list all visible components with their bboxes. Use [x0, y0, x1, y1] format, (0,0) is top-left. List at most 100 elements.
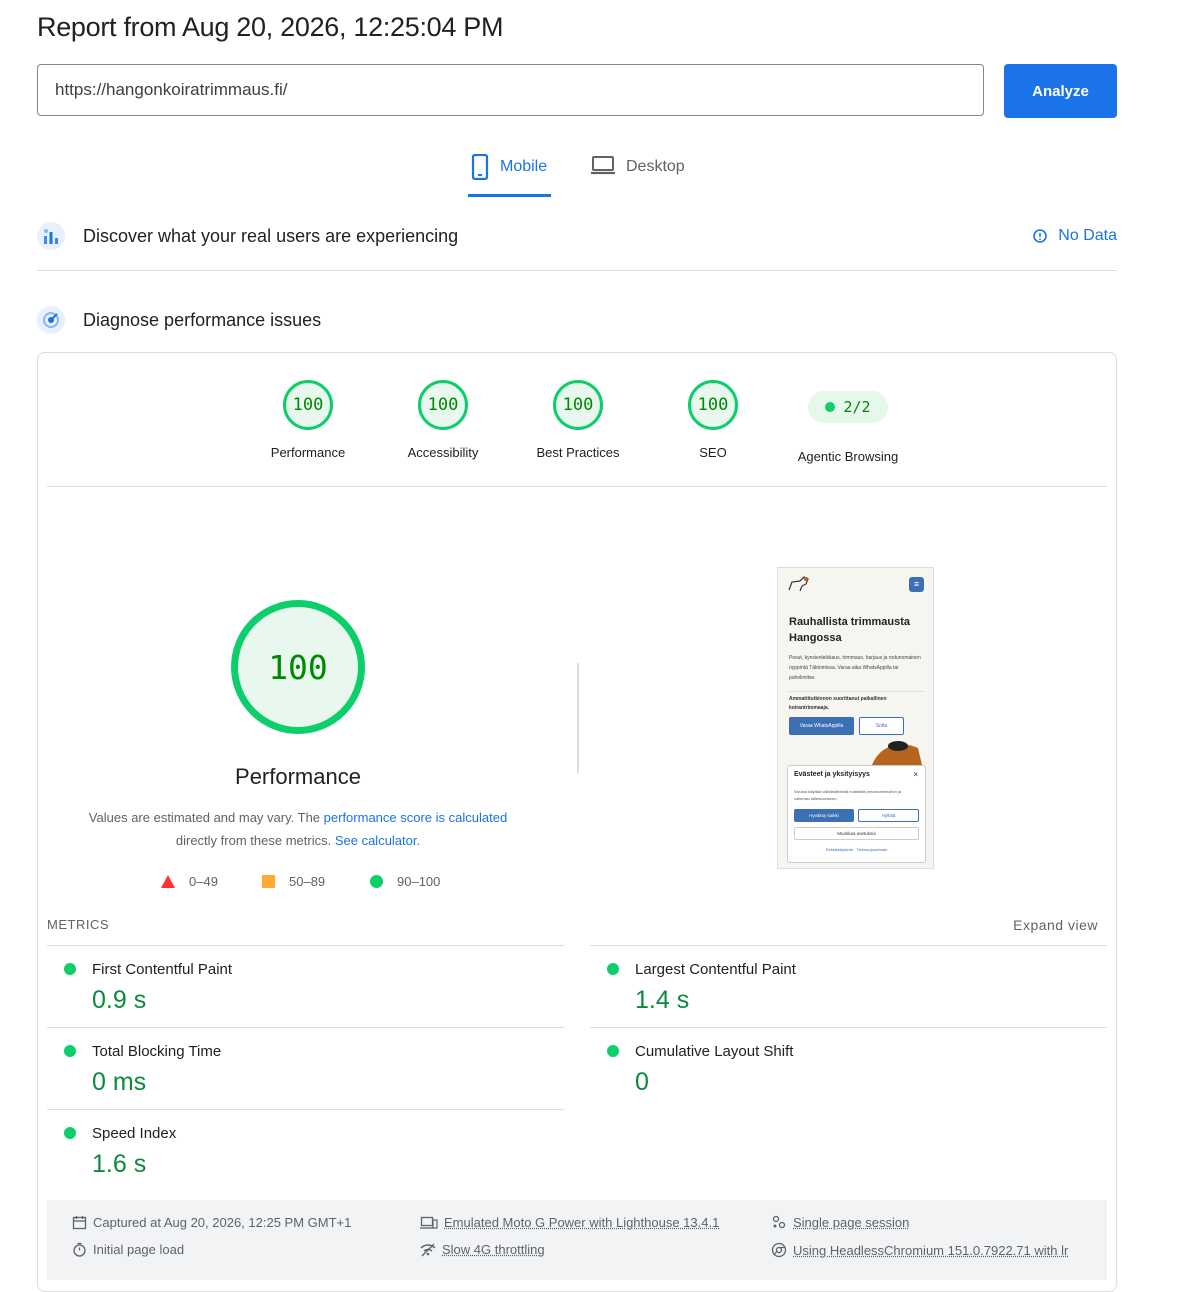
smartphone-icon	[471, 154, 489, 180]
hero-subtext: Ammattitutkinnon suorittanut paikallinen…	[789, 691, 924, 713]
signal-icon	[420, 1243, 436, 1256]
score-calculated-link[interactable]: performance score is calculated	[324, 810, 508, 825]
field-data-title: Discover what your real users are experi…	[83, 225, 459, 246]
category-performance[interactable]: 100 Performance	[243, 380, 373, 460]
cookie-reject-button: Hylkää	[858, 809, 919, 822]
url-input[interactable]: https://hangonkoiratrimmaus.fi/	[37, 64, 984, 116]
no-data-link[interactable]: No Data	[1032, 227, 1117, 245]
category-best-practices[interactable]: 100 Best Practices	[513, 380, 643, 460]
devices-icon	[420, 1216, 438, 1229]
metric-value: 0	[635, 1068, 649, 1096]
metric-value: 0 ms	[92, 1068, 147, 1096]
lab-data-row: Diagnose performance issues	[37, 306, 1117, 334]
dog-logo-icon	[788, 576, 809, 592]
category-label: Accessibility	[407, 445, 479, 460]
cookie-banner: Evästeet ja yksityisyys × Sivusto käyttä…	[787, 765, 926, 863]
analyze-button[interactable]: Analyze	[1004, 64, 1117, 118]
hero-heading: Rauhallista trimmausta Hangossa	[789, 616, 911, 644]
legend-fail: 0–49	[161, 874, 218, 889]
metric-first-contentful-paint: First Contentful Paint 0.9 s	[47, 945, 564, 1025]
session-icon	[772, 1215, 786, 1229]
explain-text: directly from these metrics.	[175, 833, 332, 848]
legend-range: 90–100	[397, 874, 441, 889]
legend-range: 0–49	[189, 874, 218, 889]
metric-name: Speed Index	[92, 1125, 177, 1142]
metric-value: 1.4 s	[635, 986, 690, 1014]
run-info-footer: Captured at Aug 20, 2026, 12:25 PM GMT+1…	[47, 1200, 1107, 1280]
field-data-row: Discover what your real users are experi…	[37, 222, 1117, 250]
tab-mobile[interactable]: Mobile	[468, 150, 551, 197]
square-icon	[262, 875, 275, 888]
metric-cumulative-layout-shift: Cumulative Layout Shift 0	[590, 1027, 1107, 1107]
pass-dot-icon	[64, 963, 76, 975]
cookie-links: Evästekäytäntö Tietosuojaseloste	[825, 847, 888, 852]
report-title: Report from Aug 20, 2026, 12:25:04 PM	[37, 12, 504, 42]
category-agentic-browsing[interactable]: 2/2 Agentic Browsing	[783, 380, 913, 464]
metric-name: Total Blocking Time	[92, 1043, 222, 1060]
vertical-separator	[577, 663, 579, 773]
browser-text: Using HeadlessChromium 151.0.7922.71 wit…	[793, 1242, 1069, 1258]
calendar-icon	[72, 1216, 87, 1230]
legend-average: 50–89	[262, 874, 325, 889]
seo-score-gauge: 100	[688, 380, 738, 430]
no-data-label: No Data	[1058, 227, 1117, 244]
metric-value: 0.9 s	[92, 986, 147, 1014]
metrics-header: METRICS	[47, 917, 109, 932]
legend-pass: 90–100	[370, 874, 440, 889]
hero-secondary-button: Soita	[859, 717, 904, 735]
metric-name: Cumulative Layout Shift	[635, 1043, 794, 1060]
metric-name: First Contentful Paint	[92, 961, 233, 978]
performance-main-gauge: 100	[231, 600, 365, 734]
tab-desktop[interactable]: Desktop	[590, 150, 685, 194]
metric-largest-contentful-paint: Largest Contentful Paint 1.4 s	[590, 945, 1107, 1025]
performance-main-label: Performance	[235, 764, 361, 789]
agentic-score: 2/2	[843, 398, 871, 416]
url-input-value: https://hangonkoiratrimmaus.fi/	[55, 80, 288, 99]
tab-desktop-label: Desktop	[626, 158, 685, 175]
circle-icon	[370, 875, 383, 888]
category-accessibility[interactable]: 100 Accessibility	[378, 380, 508, 460]
browser-info[interactable]: Using HeadlessChromium 151.0.7922.71 wit…	[771, 1242, 1068, 1258]
menu-button: ≡	[909, 577, 924, 592]
expand-view-toggle[interactable]: Expand view	[1013, 917, 1098, 933]
category-seo[interactable]: 100 SEO	[648, 380, 778, 460]
emulated-device-text: Emulated Moto G Power with Lighthouse 13…	[444, 1215, 720, 1230]
emulated-device-info[interactable]: Emulated Moto G Power with Lighthouse 13…	[420, 1215, 719, 1230]
pass-dot-icon	[607, 1045, 619, 1057]
category-label: SEO	[699, 445, 727, 460]
cookie-text: Sivusto käyttää välttämättömiä evästeitä…	[794, 789, 901, 801]
throttling-text: Slow 4G throttling	[442, 1242, 545, 1257]
see-calculator-link[interactable]: See calculator.	[335, 833, 420, 848]
chrome-icon	[771, 1242, 787, 1258]
explain-text: Values are estimated and may vary. The	[88, 810, 321, 825]
cookie-accept-button: Hyväksy kaikki	[794, 809, 854, 822]
lab-data-title: Diagnose performance issues	[83, 309, 322, 330]
category-label: Agentic Browsing	[797, 449, 899, 464]
legend-range: 50–89	[289, 874, 326, 889]
session-info[interactable]: Single page session	[771, 1215, 909, 1230]
cookie-close-icon: ×	[913, 770, 918, 779]
agentic-score-pill: 2/2	[808, 391, 888, 423]
metric-value: 1.6 s	[92, 1150, 147, 1178]
throttling-info[interactable]: Slow 4G throttling	[420, 1242, 545, 1257]
section-divider	[37, 270, 1117, 271]
pass-dot-icon	[825, 402, 836, 412]
captured-text: Captured at Aug 20, 2026, 12:25 PM GMT+1	[93, 1215, 352, 1230]
card-divider	[47, 486, 1107, 487]
metric-speed-index: Speed Index 1.6 s	[47, 1109, 564, 1189]
accessibility-score-gauge: 100	[418, 380, 468, 430]
session-text: Single page session	[793, 1215, 910, 1230]
cookie-title: Evästeet ja yksityisyys	[794, 771, 870, 778]
metric-name: Largest Contentful Paint	[635, 961, 796, 978]
field-data-icon	[37, 222, 65, 250]
hero-body: Pesut, kynsienleikkaus, trimmaus, harjau…	[789, 655, 921, 681]
dog-illustration	[872, 741, 922, 765]
initial-load-text: Initial page load	[93, 1242, 185, 1257]
performance-score-gauge: 100	[283, 380, 333, 430]
metric-total-blocking-time: Total Blocking Time 0 ms	[47, 1027, 564, 1107]
timer-icon	[73, 1242, 86, 1257]
pass-dot-icon	[64, 1045, 76, 1057]
initial-load-info: Initial page load	[72, 1242, 184, 1257]
category-label: Best Practices	[536, 445, 620, 460]
triangle-icon	[161, 875, 175, 888]
